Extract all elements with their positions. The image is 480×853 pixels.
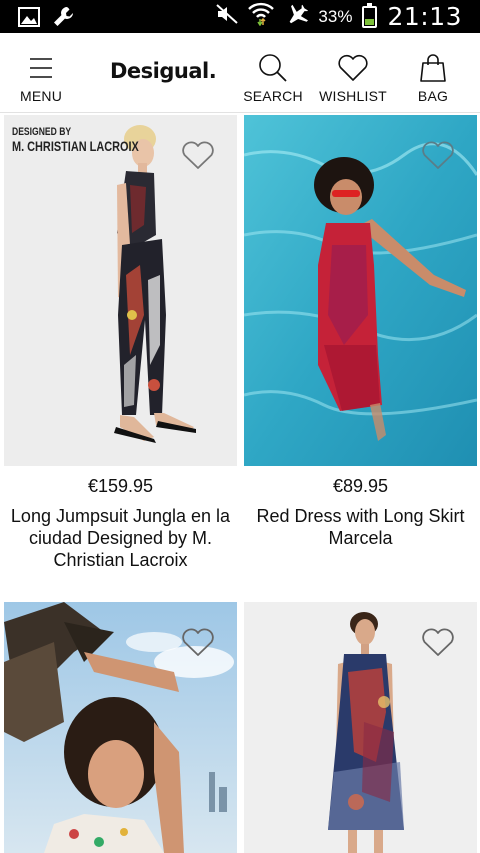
wrench-icon [52,5,76,34]
heart-icon [337,50,369,86]
battery-percent: 33% [318,6,353,26]
product-image[interactable] [4,602,237,853]
product-price: €89.95 [332,476,389,496]
clock: 21:13 [387,2,462,31]
search-button[interactable]: SEARCH [243,33,303,113]
designer-badge: DESIGNED BY M. CHRISTIAN LACROIX [12,125,139,153]
shopping-bag-icon [419,50,447,86]
badge-line: M. CHRISTIAN LACROIX [12,138,139,154]
app-header: MENU Desigual. SEARCH WISHLIST BAG [0,33,480,113]
bag-label: BAG [417,88,449,104]
product-image[interactable] [244,602,477,853]
product-card[interactable]: €89.95 Red Dress with Long Skirt Marcela [244,115,477,600]
wishlist-heart-icon[interactable] [181,141,215,171]
battery-icon [362,2,378,28]
wishlist-heart-icon[interactable] [421,141,455,171]
product-name[interactable]: Long Jumpsuit Jungla en la ciudad Design… [4,505,237,571]
product-name[interactable]: Red Dress with Long Skirt Marcela [244,505,477,549]
wishlist-label: WISHLIST [319,88,387,104]
product-card[interactable] [244,602,477,853]
mute-icon [216,4,239,29]
menu-button[interactable]: MENU [18,33,64,113]
search-label: SEARCH [243,88,303,104]
wishlist-heart-icon[interactable] [181,628,215,658]
wishlist-heart-icon[interactable] [421,628,455,658]
product-price: €159.95 [87,476,154,496]
gallery-icon [18,7,40,32]
search-icon [258,50,288,86]
status-bar: 33% 21:13 [0,0,480,33]
menu-label: MENU [19,88,63,104]
product-card[interactable] [4,602,237,853]
product-image[interactable]: DESIGNED BY M. CHRISTIAN LACROIX [4,115,237,466]
badge-line: DESIGNED BY [12,126,72,138]
bag-button[interactable]: BAG [412,33,454,113]
product-image[interactable] [244,115,477,466]
wifi-icon [248,2,275,31]
airplane-icon [284,2,309,31]
hamburger-icon [29,50,53,86]
product-card[interactable]: DESIGNED BY M. CHRISTIAN LACROIX €159.95… [4,115,237,600]
brand-logo[interactable]: Desigual. [110,59,217,83]
wishlist-button[interactable]: WISHLIST [319,33,387,113]
